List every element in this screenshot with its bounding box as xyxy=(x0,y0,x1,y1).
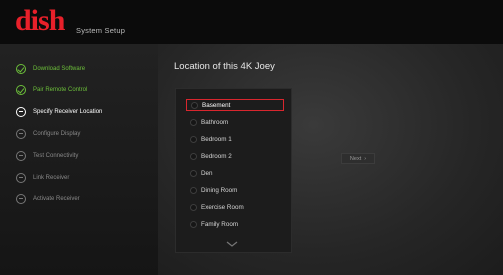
option-label: Den xyxy=(201,169,213,177)
location-option-bathroom[interactable]: Bathroom xyxy=(186,116,284,128)
step-activate-receiver: Activate Receiver xyxy=(16,192,80,206)
location-option-basement[interactable]: Basement xyxy=(186,99,284,111)
minus-circle-icon xyxy=(16,129,26,139)
step-pair-remote: Pair Remote Control xyxy=(16,83,87,97)
minus-circle-icon xyxy=(16,173,26,183)
radio-icon xyxy=(190,220,197,228)
minus-circle-icon xyxy=(16,194,26,204)
dish-logo: dish xyxy=(15,4,65,38)
step-test-connectivity: Test Connectivity xyxy=(16,149,78,163)
logo-text: dish xyxy=(15,4,65,37)
radio-icon xyxy=(190,135,197,143)
location-option-exercise-room[interactable]: Exercise Room xyxy=(186,201,284,213)
radio-icon xyxy=(190,169,197,177)
option-label: Family Room xyxy=(201,220,239,228)
page-title: Location of this 4K Joey xyxy=(174,61,275,72)
step-label: Pair Remote Control xyxy=(33,87,88,93)
radio-icon xyxy=(190,152,197,160)
option-label: Basement xyxy=(202,101,231,109)
setup-steps-sidebar: Download Software Pair Remote Control Sp… xyxy=(0,44,158,275)
option-label: Exercise Room xyxy=(201,203,244,211)
location-option-bedroom-1[interactable]: Bedroom 1 xyxy=(186,133,284,145)
step-label: Specify Receiver Location xyxy=(33,109,103,115)
location-option-family-room[interactable]: Family Room xyxy=(186,218,284,230)
location-option-bedroom-2[interactable]: Bedroom 2 xyxy=(186,150,284,162)
step-label: Configure Display xyxy=(33,131,81,137)
option-label: Bathroom xyxy=(201,118,229,126)
step-configure-display: Configure Display xyxy=(16,127,80,141)
radio-icon xyxy=(190,118,197,126)
step-specify-location: Specify Receiver Location xyxy=(16,105,102,119)
chevron-down-icon[interactable] xyxy=(226,241,238,247)
step-label: Test Connectivity xyxy=(33,153,79,159)
location-option-dining-room[interactable]: Dining Room xyxy=(186,184,284,196)
check-circle-icon xyxy=(16,64,26,74)
radio-icon xyxy=(190,203,197,211)
location-list[interactable]: Basement Bathroom Bedroom 1 Bedroom 2 De… xyxy=(175,88,292,253)
check-circle-icon xyxy=(16,85,26,95)
step-label: Link Receiver xyxy=(33,175,70,181)
option-label: Bedroom 1 xyxy=(201,135,232,143)
main-panel: Location of this 4K Joey Basement Bathro… xyxy=(158,44,503,275)
radio-icon xyxy=(191,101,198,109)
location-option-den[interactable]: Den xyxy=(186,167,284,179)
step-label: Activate Receiver xyxy=(33,196,80,202)
step-download-software: Download Software xyxy=(16,62,85,76)
header-bar: dish System Setup xyxy=(0,0,503,44)
radio-icon xyxy=(190,186,197,194)
option-label: Bedroom 2 xyxy=(201,152,232,160)
option-label: Dining Room xyxy=(201,186,238,194)
next-button-label: Next xyxy=(349,155,362,162)
minus-circle-icon xyxy=(16,151,26,161)
chevron-right-icon: › xyxy=(364,155,367,162)
step-link-receiver: Link Receiver xyxy=(16,171,69,185)
minus-circle-icon xyxy=(16,107,26,117)
next-button[interactable]: Next › xyxy=(341,153,375,164)
step-label: Download Software xyxy=(33,66,86,72)
header-title: System Setup xyxy=(76,26,126,35)
